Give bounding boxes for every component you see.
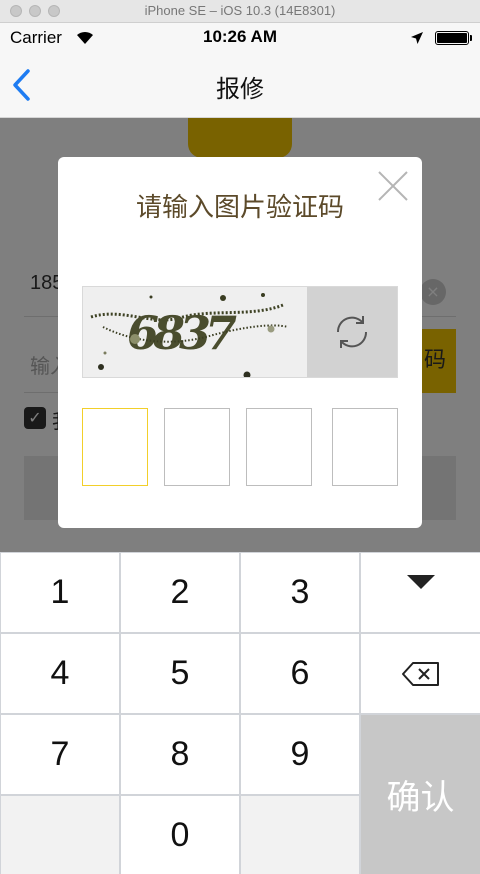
key-6[interactable]: 6 [241,634,359,713]
simulator-title-bar: iPhone SE – iOS 10.3 (14E8301) [0,0,480,23]
key-9[interactable]: 9 [241,715,359,794]
navigation-bar: 报修 [0,53,480,118]
location-arrow-icon [411,32,423,44]
close-icon[interactable] [376,169,410,203]
caret-down-icon [406,574,435,589]
key-0[interactable]: 0 [121,796,239,874]
captcha-image[interactable]: 6837 [83,287,307,377]
status-time: 10:26 AM [202,27,277,46]
backspace-icon [401,661,439,686]
key-5[interactable]: 5 [121,634,239,713]
code-digit-box-2[interactable] [164,408,230,486]
empty-key [1,796,119,874]
numeric-keypad: 1 2 3 4 5 6 7 8 9 确认 0 [0,552,480,874]
key-1[interactable]: 1 [1,553,119,632]
refresh-captcha-button[interactable] [307,287,397,377]
code-digit-box-3[interactable] [246,408,312,486]
key-7[interactable]: 7 [1,715,119,794]
simulator-title: iPhone SE – iOS 10.3 (14E8301) [144,3,336,18]
captcha-text: 6837 [127,306,237,360]
backspace-key[interactable] [361,634,480,713]
confirm-key[interactable]: 确认 [361,715,480,874]
page-title: 报修 [216,75,264,103]
dialog-title: 请输入图片验证码 [135,193,344,223]
key-2[interactable]: 2 [121,553,239,632]
dismiss-keyboard-key[interactable] [361,553,480,632]
status-bar: Carrier 10:26 AM [0,23,480,53]
code-digit-box-1[interactable] [82,408,148,486]
battery-icon [435,31,472,45]
code-digit-box-4[interactable] [332,408,398,486]
key-8[interactable]: 8 [121,715,239,794]
refresh-icon [336,316,368,348]
key-3[interactable]: 3 [241,553,359,632]
empty-key [241,796,359,874]
captcha-dialog: 请输入图片验证码 6837 [58,157,422,528]
captcha-container: 6837 [82,286,398,378]
key-4[interactable]: 4 [1,634,119,713]
